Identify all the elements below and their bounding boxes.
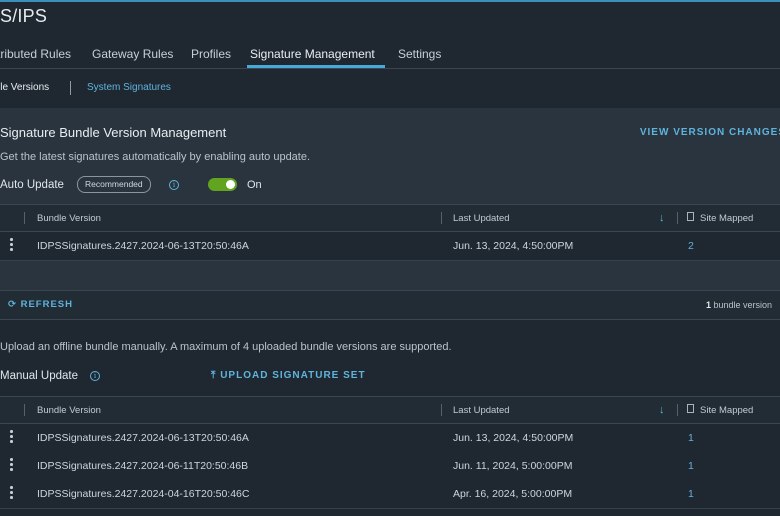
kebab-menu-icon[interactable] — [10, 238, 13, 253]
column-header-last-updated[interactable]: Last Updated — [453, 405, 510, 416]
column-separator — [441, 212, 442, 224]
last-updated-cell: Apr. 16, 2024, 5:00:00PM — [453, 488, 573, 500]
kebab-menu-icon[interactable] — [10, 430, 13, 445]
tab-gateway-rules[interactable]: Gateway Rules — [92, 47, 173, 61]
column-separator — [677, 212, 678, 224]
kebab-menu-icon[interactable] — [10, 458, 13, 473]
column-header-site-mapped[interactable]: Site Mapped — [700, 405, 753, 416]
info-icon[interactable]: i — [169, 180, 179, 190]
upload-label: UPLOAD SIGNATURE SET — [220, 370, 366, 381]
tab-distributed-rules[interactable]: tributed Rules — [0, 47, 71, 61]
grid-footer: ⟳ REFRESH 1 bundle version — [0, 290, 780, 320]
bundle-version-cell: IDPSSignatures.2427.2024-06-13T20:50:46A — [37, 240, 249, 252]
tab-profiles[interactable]: Profiles — [191, 47, 231, 61]
table-row: IDPSSignatures.2427.2024-06-13T20:50:46A… — [0, 424, 780, 453]
column-header-bundle-version[interactable]: Bundle Version — [37, 213, 101, 224]
subnav-separator — [70, 81, 71, 95]
upload-icon: ⤒ — [211, 370, 217, 381]
tab-signature-management[interactable]: Signature Management — [250, 47, 375, 61]
column-header-bundle-version[interactable]: Bundle Version — [37, 405, 101, 416]
auto-update-description: Get the latest signatures automatically … — [0, 151, 311, 163]
top-accent-line — [0, 0, 780, 2]
last-updated-cell: Jun. 11, 2024, 5:00:00PM — [453, 460, 573, 472]
document-icon — [687, 404, 694, 413]
auto-update-toggle[interactable] — [208, 178, 237, 191]
column-header-last-updated[interactable]: Last Updated — [453, 213, 510, 224]
subnav-system-signatures[interactable]: System Signatures — [87, 82, 171, 93]
table-row: IDPSSignatures.2427.2024-04-16T20:50:46C… — [0, 480, 780, 509]
last-updated-cell: Jun. 13, 2024, 4:50:00PM — [453, 240, 574, 252]
manual-update-description: Upload an offline bundle manually. A max… — [0, 341, 452, 353]
manual-grid-header: Bundle Version Last Updated ↓ Site Mappe… — [0, 396, 780, 424]
last-updated-cell: Jun. 13, 2024, 4:50:00PM — [453, 432, 574, 444]
column-header-site-mapped[interactable]: Site Mapped — [700, 213, 753, 224]
subnav-bundle-versions[interactable]: lle Versions — [0, 82, 49, 93]
site-mapped-link[interactable]: 1 — [688, 488, 694, 500]
active-tab-indicator — [247, 65, 385, 68]
sort-down-icon[interactable]: ↓ — [659, 404, 665, 416]
table-row: IDPSSignatures.2427.2024-06-11T20:50:46B… — [0, 452, 780, 481]
toggle-knob — [226, 180, 235, 189]
section-title: Signature Bundle Version Management — [0, 125, 227, 140]
document-icon — [687, 212, 694, 221]
info-icon[interactable]: i — [90, 371, 100, 381]
tab-settings[interactable]: Settings — [398, 47, 441, 61]
manual-update-label: Manual Update — [0, 370, 78, 382]
column-separator — [441, 404, 442, 416]
sub-navigation: lle Versions System Signatures — [0, 70, 780, 106]
refresh-label: REFRESH — [20, 299, 74, 310]
bundle-version-cell: IDPSSignatures.2427.2024-06-13T20:50:46A — [37, 432, 249, 444]
column-separator — [24, 212, 25, 224]
table-row: IDPSSignatures.2427.2024-06-13T20:50:46A… — [0, 232, 780, 261]
toggle-state-label: On — [247, 179, 262, 191]
tab-bar: tributed Rules Gateway Rules Profiles Si… — [0, 38, 780, 69]
bundle-version-cell: IDPSSignatures.2427.2024-04-16T20:50:46C — [37, 488, 250, 500]
recommended-badge: Recommended — [77, 176, 151, 193]
bundle-count-suffix: bundle version — [710, 300, 772, 310]
auto-grid-header: Bundle Version Last Updated ↓ Site Mappe… — [0, 204, 780, 232]
auto-update-label: Auto Update — [0, 179, 64, 191]
site-mapped-link[interactable]: 1 — [688, 432, 694, 444]
site-mapped-link[interactable]: 2 — [688, 240, 694, 252]
bundle-version-cell: IDPSSignatures.2427.2024-06-11T20:50:46B — [37, 460, 249, 472]
kebab-menu-icon[interactable] — [10, 486, 13, 501]
column-separator — [677, 404, 678, 416]
column-separator — [24, 404, 25, 416]
bundle-version-count: 1 bundle version — [706, 300, 772, 310]
page-title: S/IPS — [0, 6, 48, 26]
site-mapped-link[interactable]: 1 — [688, 460, 694, 472]
refresh-button[interactable]: ⟳ REFRESH — [8, 299, 73, 310]
refresh-icon: ⟳ — [8, 299, 17, 310]
upload-signature-set-button[interactable]: ⤒ UPLOAD SIGNATURE SET — [211, 370, 366, 381]
view-version-changes-link[interactable]: VIEW VERSION CHANGES — [640, 127, 780, 138]
sort-down-icon[interactable]: ↓ — [659, 212, 665, 224]
